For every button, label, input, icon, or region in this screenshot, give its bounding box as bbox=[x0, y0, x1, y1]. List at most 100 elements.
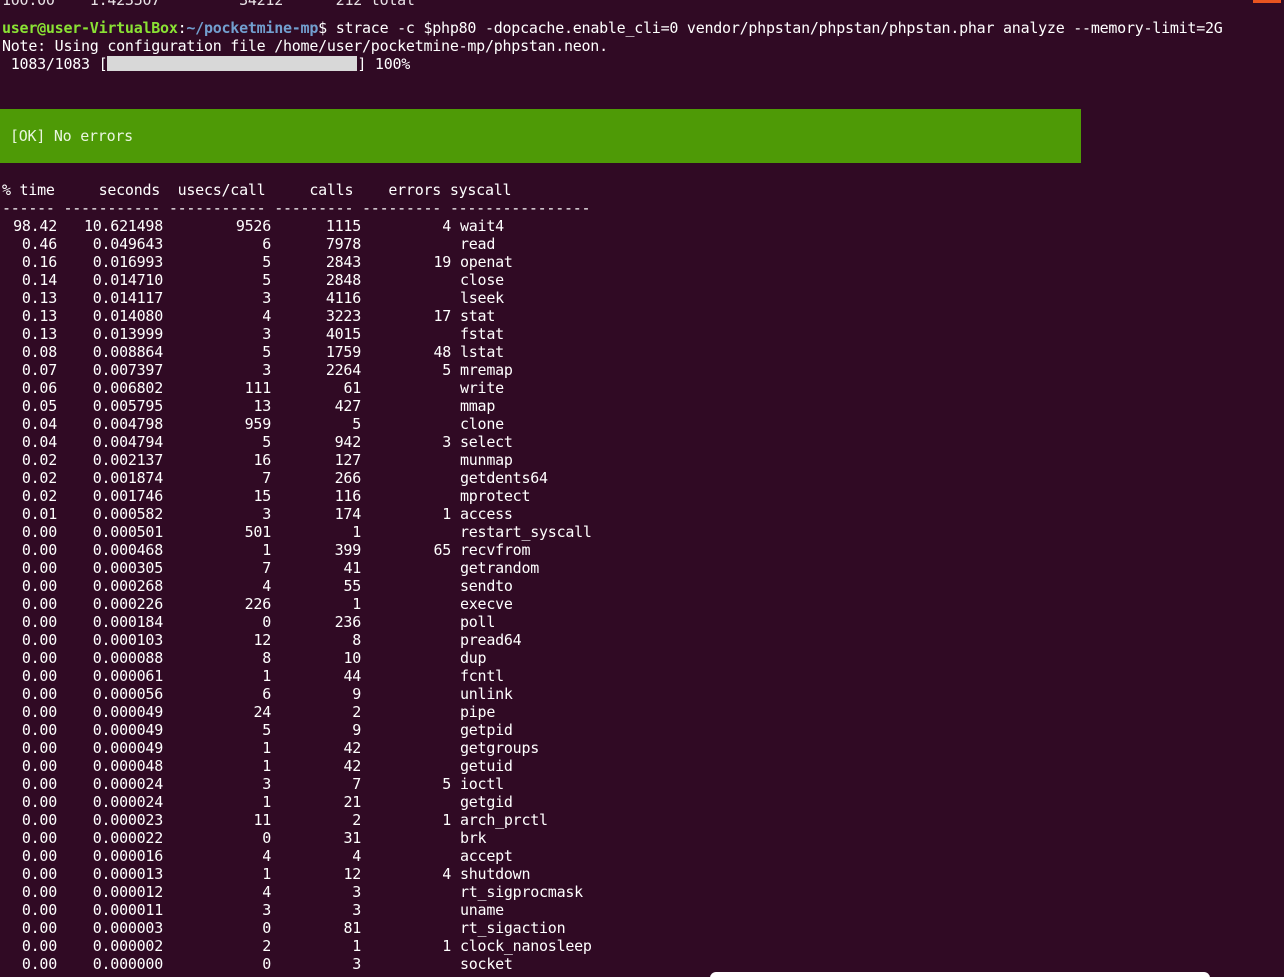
cell-calls: 7 bbox=[352, 775, 361, 793]
table-row: 0.00 0.000011 3 3 uname bbox=[2, 901, 660, 919]
cell-time: 0.00 bbox=[21, 523, 57, 541]
table-row: 0.00 0.000056 6 9 unlink bbox=[2, 685, 660, 703]
progress-bar bbox=[107, 56, 358, 71]
table-row: 0.00 0.000023 11 2 1 arch_prctl bbox=[2, 811, 660, 829]
cell-calls: 81 bbox=[343, 919, 361, 937]
cell-errors: 5 bbox=[442, 775, 451, 793]
cell-syscall: sendto bbox=[460, 577, 513, 595]
cell-usecs-per-call: 5 bbox=[262, 271, 271, 289]
notification-popup-edge[interactable] bbox=[710, 972, 1210, 977]
cell-time: 0.00 bbox=[21, 577, 57, 595]
cell-seconds: 0.000022 bbox=[92, 829, 164, 847]
cell-syscall: clone bbox=[460, 415, 504, 433]
cell-seconds: 0.004798 bbox=[92, 415, 164, 433]
progress-count: 1083/1083 [ bbox=[2, 55, 108, 73]
cell-usecs-per-call: 5 bbox=[262, 253, 271, 271]
table-header: % time seconds usecs/call calls errors s… bbox=[2, 181, 512, 199]
cell-usecs-per-call: 24 bbox=[253, 703, 271, 721]
cell-syscall: stat bbox=[460, 307, 496, 325]
cell-calls: 1 bbox=[352, 595, 361, 613]
cell-usecs-per-call: 1 bbox=[262, 541, 271, 559]
cell-seconds: 0.000049 bbox=[92, 739, 164, 757]
cell-usecs-per-call: 2 bbox=[262, 937, 271, 955]
table-row: 0.00 0.000022 0 31 brk bbox=[2, 829, 660, 847]
cell-syscall: mprotect bbox=[460, 487, 531, 505]
cell-errors: 65 bbox=[433, 541, 451, 559]
table-row: 0.00 0.000049 5 9 getpid bbox=[2, 721, 660, 739]
cell-calls: 236 bbox=[334, 613, 362, 631]
cell-syscall: unlink bbox=[460, 685, 513, 703]
table-row: 0.02 0.001874 7 266 getdents64 bbox=[2, 469, 660, 487]
table-row: 0.00 0.000501 501 1 restart_syscall bbox=[2, 523, 660, 541]
cell-usecs-per-call: 1 bbox=[262, 793, 271, 811]
cell-calls: 2843 bbox=[325, 253, 361, 271]
prompt-path: ~/pocketmine-mp bbox=[186, 19, 319, 37]
cell-usecs-per-call: 1 bbox=[262, 865, 271, 883]
previous-output-line: 100.00 1.423507 34212 212 total bbox=[2, 0, 415, 9]
cell-errors: 1 bbox=[442, 937, 451, 955]
table-row: 0.16 0.016993 5 2843 19 openat bbox=[2, 253, 660, 271]
cell-syscall: getuid bbox=[460, 757, 513, 775]
table-row: 0.00 0.000049 24 2 pipe bbox=[2, 703, 660, 721]
cell-time: 0.16 bbox=[21, 253, 57, 271]
cell-calls: 3 bbox=[352, 901, 361, 919]
cell-time: 0.00 bbox=[21, 937, 57, 955]
cell-calls: 2 bbox=[352, 703, 361, 721]
cell-calls: 12 bbox=[343, 865, 361, 883]
table-row: 0.00 0.000000 0 3 socket bbox=[2, 955, 660, 973]
cell-time: 0.01 bbox=[21, 505, 57, 523]
cell-usecs-per-call: 4 bbox=[262, 883, 271, 901]
cell-calls: 1759 bbox=[325, 343, 361, 361]
cell-usecs-per-call: 3 bbox=[262, 325, 271, 343]
cell-calls: 2848 bbox=[325, 271, 361, 289]
cell-seconds: 0.000012 bbox=[92, 883, 164, 901]
prompt-symbol: $ bbox=[318, 19, 336, 37]
cell-syscall: restart_syscall bbox=[460, 523, 592, 541]
cell-seconds: 0.000226 bbox=[92, 595, 164, 613]
table-row: 0.01 0.000582 3 174 1 access bbox=[2, 505, 660, 523]
cell-usecs-per-call: 0 bbox=[262, 613, 271, 631]
cell-time: 0.00 bbox=[21, 757, 57, 775]
cell-time: 0.00 bbox=[21, 721, 57, 739]
cell-calls: 9 bbox=[352, 685, 361, 703]
cell-seconds: 0.016993 bbox=[92, 253, 164, 271]
cell-usecs-per-call: 501 bbox=[244, 523, 272, 541]
cell-time: 0.46 bbox=[21, 235, 57, 253]
terminal-window[interactable]: 100.00 1.423507 34212 212 total user@use… bbox=[0, 0, 1284, 977]
table-row: 0.04 0.004798 959 5 clone bbox=[2, 415, 660, 433]
table-row: 0.00 0.000012 4 3 rt_sigprocmask bbox=[2, 883, 660, 901]
cell-syscall: clock_nanosleep bbox=[460, 937, 592, 955]
cell-usecs-per-call: 5 bbox=[262, 433, 271, 451]
cell-syscall: pread64 bbox=[460, 631, 522, 649]
table-row: 0.00 0.000024 1 21 getgid bbox=[2, 793, 660, 811]
cell-seconds: 0.002137 bbox=[92, 451, 164, 469]
cell-usecs-per-call: 3 bbox=[262, 505, 271, 523]
cell-syscall: shutdown bbox=[460, 865, 531, 883]
cell-time: 0.02 bbox=[21, 487, 57, 505]
cell-syscall: rt_sigprocmask bbox=[460, 883, 583, 901]
table-row: 0.00 0.000049 1 42 getgroups bbox=[2, 739, 660, 757]
cell-syscall: close bbox=[460, 271, 504, 289]
cell-calls: 9 bbox=[352, 721, 361, 739]
cell-seconds: 0.000501 bbox=[92, 523, 164, 541]
cell-usecs-per-call: 16 bbox=[253, 451, 271, 469]
ok-status-message: [OK] No errors bbox=[10, 127, 133, 145]
cell-calls: 31 bbox=[343, 829, 361, 847]
cell-calls: 42 bbox=[343, 757, 361, 775]
cell-calls: 41 bbox=[343, 559, 361, 577]
cell-time: 0.13 bbox=[21, 289, 57, 307]
cell-seconds: 0.000061 bbox=[92, 667, 164, 685]
cell-syscall: access bbox=[460, 505, 513, 523]
cell-errors: 48 bbox=[433, 343, 451, 361]
cell-seconds: 0.001874 bbox=[92, 469, 164, 487]
cell-seconds: 0.000016 bbox=[92, 847, 164, 865]
cell-time: 0.00 bbox=[21, 559, 57, 577]
cell-syscall: execve bbox=[460, 595, 513, 613]
cell-calls: 4 bbox=[352, 847, 361, 865]
command-prompt-line[interactable]: user@user-VirtualBox:~/pocketmine-mp$ st… bbox=[2, 19, 1223, 37]
table-row: 0.13 0.014117 3 4116 lseek bbox=[2, 289, 660, 307]
window-accent-bar bbox=[1253, 0, 1281, 3]
cell-syscall: pipe bbox=[460, 703, 496, 721]
cell-calls: 3223 bbox=[325, 307, 361, 325]
table-row: 0.00 0.000013 1 12 4 shutdown bbox=[2, 865, 660, 883]
